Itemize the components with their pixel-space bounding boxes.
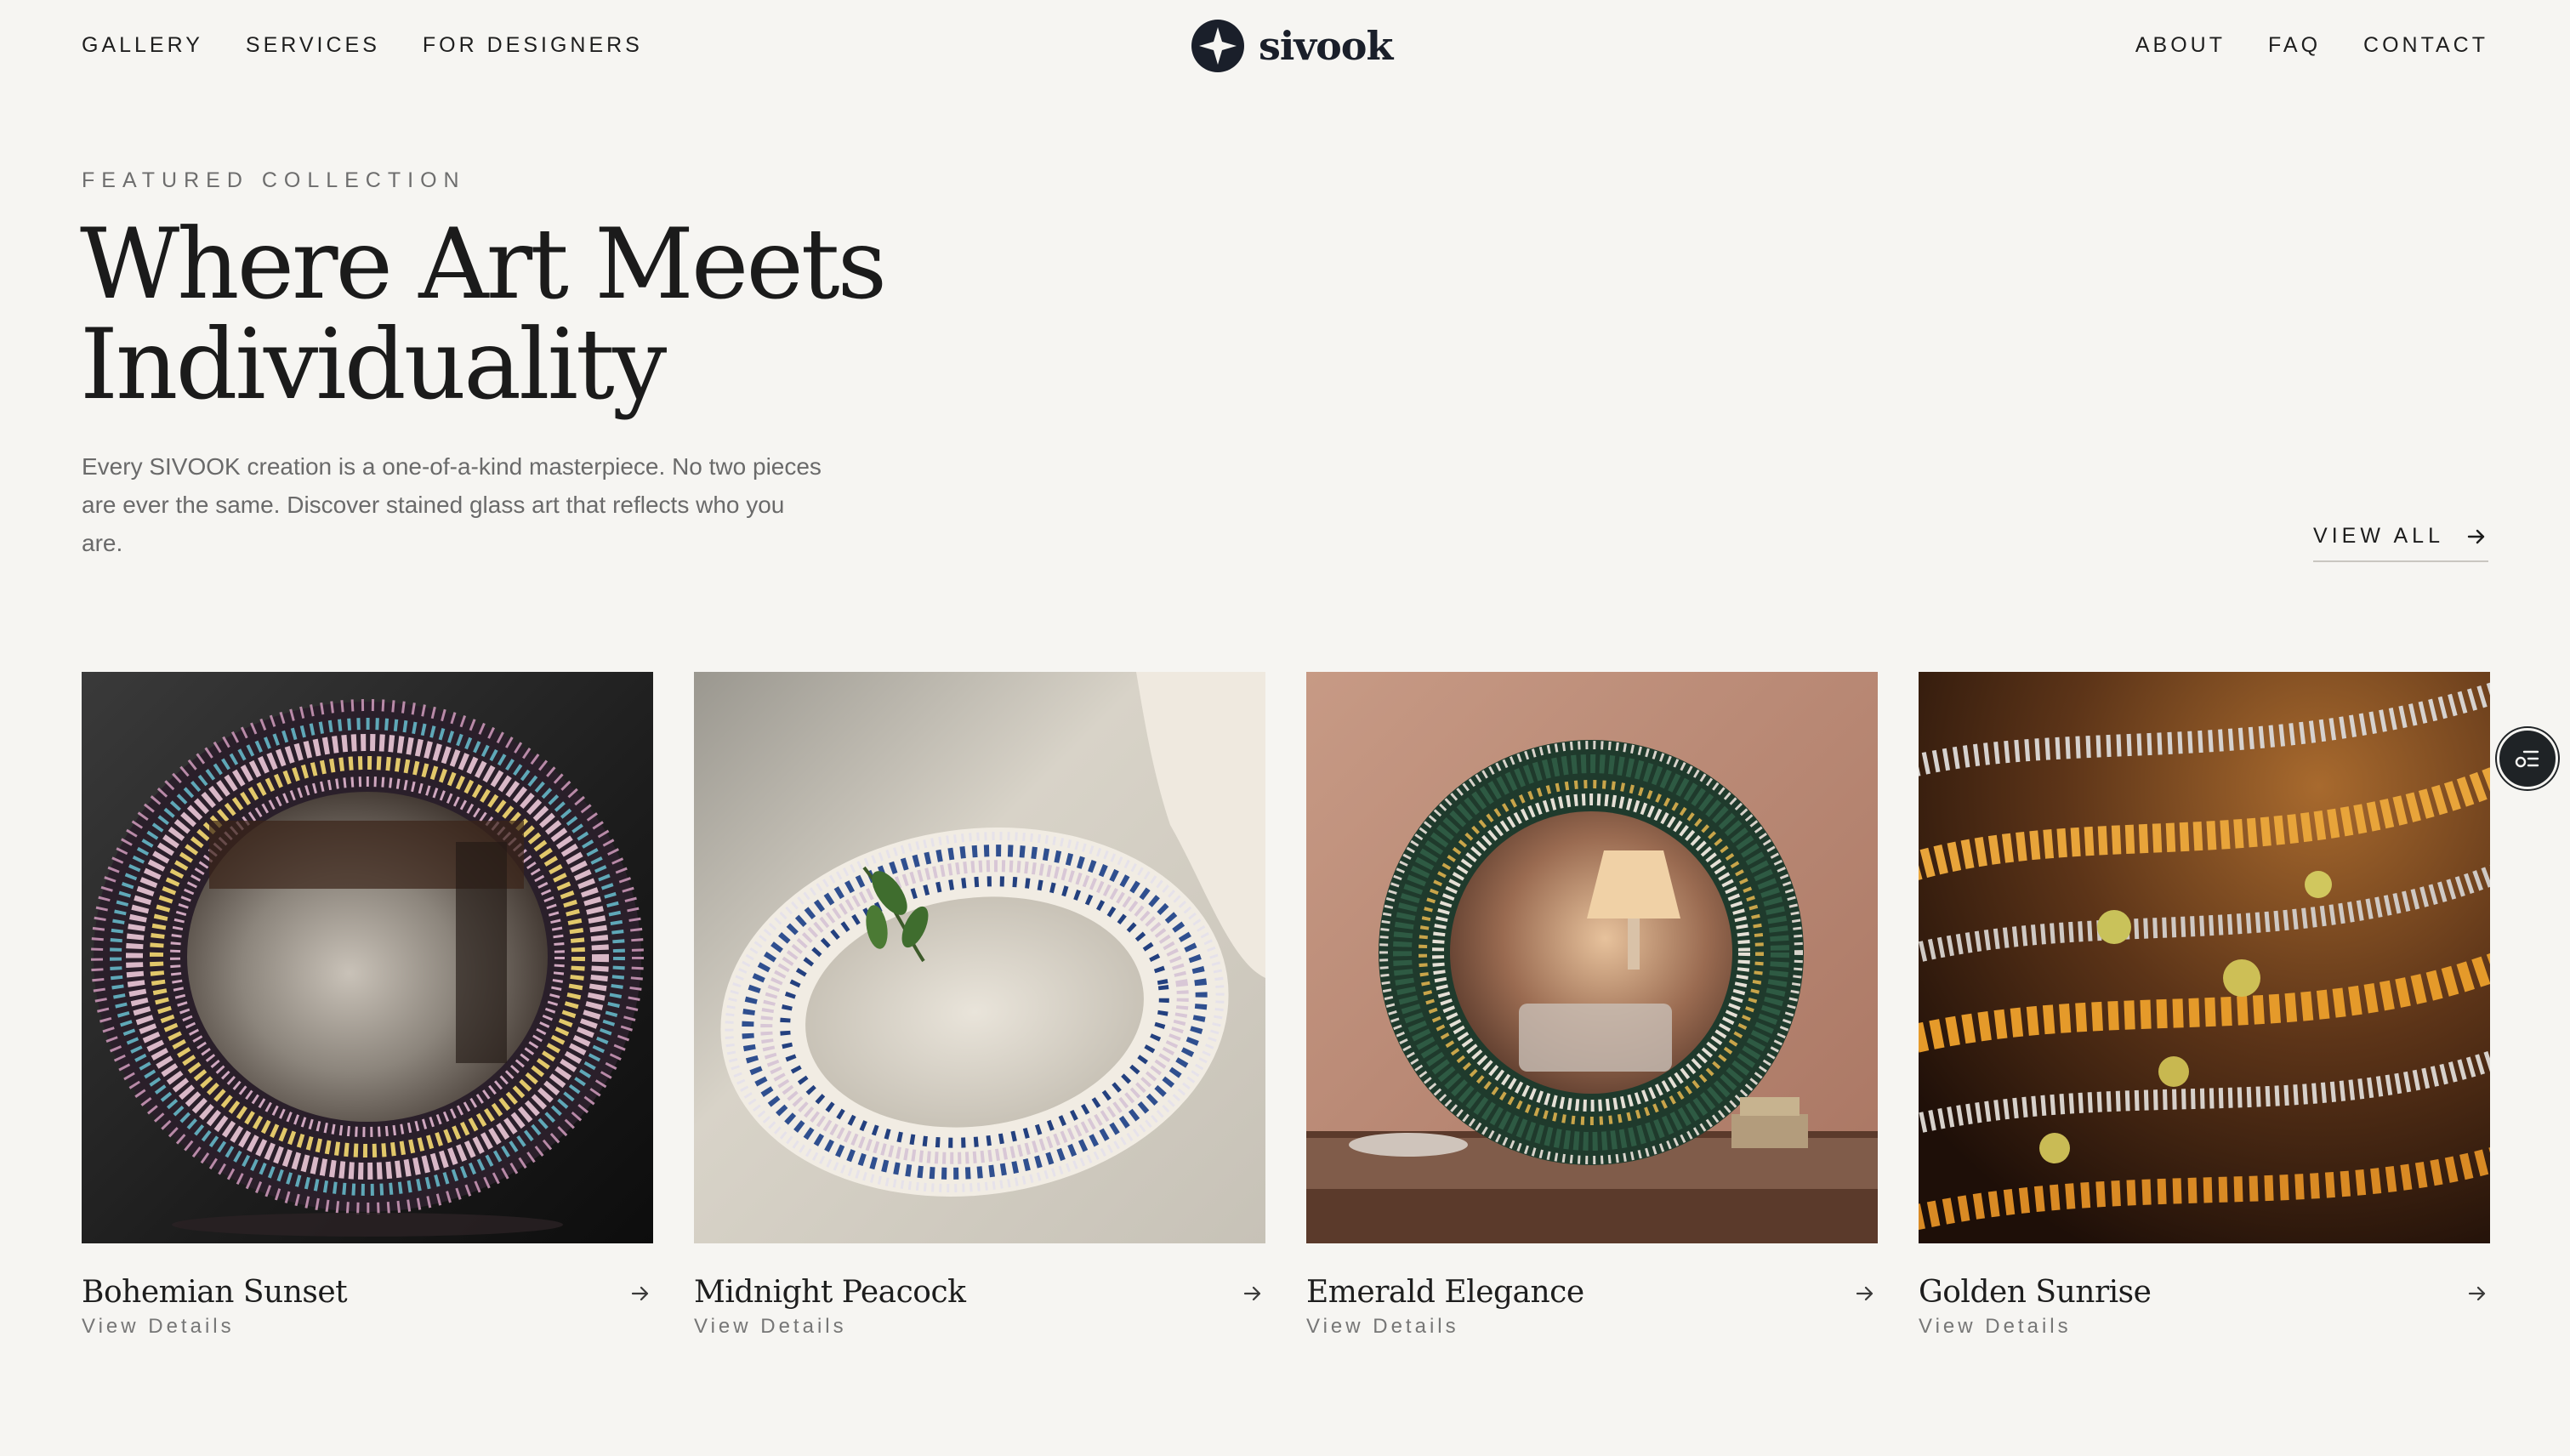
primary-nav-right: ABOUT FAQ CONTACT: [2135, 32, 2488, 58]
floating-settings-button[interactable]: [2497, 728, 2558, 789]
brand-name: sivook: [1259, 23, 1393, 69]
product-image[interactable]: [82, 672, 653, 1243]
section-description: Every SIVOOK creation is a one-of-a-kind…: [82, 453, 822, 556]
arrow-right-icon[interactable]: [1852, 1281, 1878, 1306]
product-meta: Golden Sunrise View Details: [1919, 1274, 2490, 1351]
page-title: Where Art Meets Individuality: [80, 214, 1271, 415]
product-title[interactable]: Midnight Peacock: [694, 1274, 1265, 1311]
view-all-link[interactable]: VIEW ALL: [2313, 524, 2488, 562]
compass-star-icon: [1191, 20, 1244, 72]
view-all-label: VIEW ALL: [2313, 524, 2444, 548]
product-image[interactable]: [1306, 672, 1878, 1243]
nav-gallery[interactable]: GALLERY: [82, 32, 203, 58]
product-image[interactable]: [1919, 672, 2490, 1243]
arrow-right-icon[interactable]: [1240, 1281, 1265, 1306]
product-card[interactable]: Midnight Peacock View Details: [694, 672, 1265, 1351]
view-details-link[interactable]: View Details: [694, 1315, 1265, 1339]
nav-services[interactable]: SERVICES: [246, 32, 380, 58]
settings-list-icon: [2515, 750, 2539, 768]
nav-contact[interactable]: CONTACT: [2363, 32, 2488, 58]
section-eyebrow: FEATURED COLLECTION: [82, 168, 466, 192]
product-title[interactable]: Golden Sunrise: [1919, 1274, 2490, 1311]
view-details-link[interactable]: View Details: [1919, 1315, 2490, 1339]
product-card[interactable]: Golden Sunrise View Details: [1919, 672, 2490, 1351]
arrow-right-icon[interactable]: [628, 1281, 653, 1306]
brand-logo[interactable]: sivook: [1191, 19, 1393, 73]
arrow-right-icon: [2467, 529, 2485, 543]
product-card[interactable]: Emerald Elegance View Details: [1306, 672, 1878, 1351]
product-title[interactable]: Emerald Elegance: [1306, 1274, 1878, 1311]
arrow-right-icon[interactable]: [2465, 1281, 2490, 1306]
nav-for-designers[interactable]: FOR DESIGNERS: [423, 32, 643, 58]
product-meta: Emerald Elegance View Details: [1306, 1274, 1878, 1351]
page-title-line-2: Individuality: [80, 308, 667, 421]
primary-nav-left: GALLERY SERVICES FOR DESIGNERS: [82, 32, 643, 58]
product-image[interactable]: [694, 672, 1265, 1243]
nav-about[interactable]: ABOUT: [2135, 32, 2226, 58]
product-card[interactable]: Bohemian Sunset View Details: [82, 672, 653, 1351]
product-title[interactable]: Bohemian Sunset: [82, 1274, 653, 1311]
view-details-link[interactable]: View Details: [1306, 1315, 1878, 1339]
page-title-line-1: Where Art Meets: [80, 208, 887, 321]
nav-faq[interactable]: FAQ: [2268, 32, 2321, 58]
product-grid: Bohemian Sunset View Details Midnight Pe…: [82, 672, 2490, 1351]
product-meta: Bohemian Sunset View Details: [82, 1274, 653, 1351]
product-meta: Midnight Peacock View Details: [694, 1274, 1265, 1351]
site-header: GALLERY SERVICES FOR DESIGNERS sivook AB…: [0, 0, 2570, 92]
view-details-link[interactable]: View Details: [82, 1315, 653, 1339]
